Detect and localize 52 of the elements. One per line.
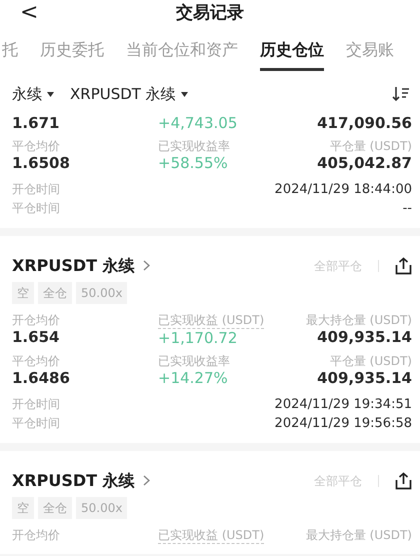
time-value: 2024/11/29 19:56:58 xyxy=(274,414,412,432)
field-value: 405,042.87 xyxy=(317,154,412,172)
position-tag: 空 xyxy=(12,496,34,518)
position-tag: 空 xyxy=(12,282,34,304)
field-label: 已实现收益率 xyxy=(158,352,230,368)
field-value: 409,935.14 xyxy=(317,368,412,386)
field-label: 最大持仓量 (USDT) xyxy=(306,526,412,542)
field-label: 平仓均价 xyxy=(12,138,61,154)
time-value: 2024/11/29 18:44:00 xyxy=(274,180,412,198)
field-label: 最大持仓量 (USDT) xyxy=(306,312,412,328)
time-value: 2024/11/29 19:34:51 xyxy=(274,396,412,414)
field-label: 开仓均价 xyxy=(12,312,61,328)
field-label: 平仓均价 xyxy=(12,352,61,368)
field-label: 已实现收益 (USDT) xyxy=(158,526,264,544)
time-label: 平仓时间 xyxy=(12,414,60,432)
position-tag: 50.00x xyxy=(76,282,128,304)
field-value: 409,935.14 xyxy=(317,328,412,346)
field-label: 已实现收益 (USDT) xyxy=(158,312,264,328)
field-value: 1.671 xyxy=(12,114,60,132)
position-tag: 全仓 xyxy=(38,496,72,518)
filter-dropdown[interactable]: XRPUSDT 永续 xyxy=(70,83,188,106)
field-label: 平仓量 (USDT) xyxy=(330,352,412,368)
share-icon[interactable] xyxy=(395,256,412,274)
tab[interactable]: 历史仓位 xyxy=(260,40,324,71)
field-label: 平仓量 (USDT) xyxy=(330,138,412,154)
chevron-right-icon[interactable] xyxy=(142,475,150,486)
page-title: 交易记录 xyxy=(176,2,244,25)
field-label: 已实现收益率 xyxy=(158,138,230,154)
time-label: 开仓时间 xyxy=(12,396,60,412)
field-value: 1.6508 xyxy=(12,154,71,172)
sort-icon[interactable] xyxy=(392,86,410,102)
share-icon[interactable] xyxy=(395,472,412,490)
chevron-right-icon[interactable] xyxy=(142,260,150,271)
position-title[interactable]: XRPUSDT 永续 xyxy=(12,468,135,492)
field-value: +14.27% xyxy=(158,368,228,386)
field-label: 开仓均价 xyxy=(12,526,61,542)
field-value: 1.654 xyxy=(12,328,60,346)
field-value: +58.55% xyxy=(158,154,228,172)
field-value: +4,743.05 xyxy=(158,114,238,132)
field-value: 1.6486 xyxy=(12,368,71,386)
back-button[interactable]: < xyxy=(20,0,38,26)
position-title[interactable]: XRPUSDT 永续 xyxy=(12,254,135,278)
caret-icon xyxy=(180,92,188,97)
caret-icon xyxy=(47,92,54,97)
position-tag: 全仓 xyxy=(38,282,72,304)
field-value: +1,170.72 xyxy=(158,328,238,346)
position-tag: 50.00x xyxy=(76,496,128,518)
time-label: 开仓时间 xyxy=(12,180,60,198)
field-value: 417,090.56 xyxy=(317,114,412,132)
time-value: -- xyxy=(402,200,412,218)
filter-dropdown[interactable]: 永续 xyxy=(12,83,54,106)
time-label: 平仓时间 xyxy=(12,200,60,216)
